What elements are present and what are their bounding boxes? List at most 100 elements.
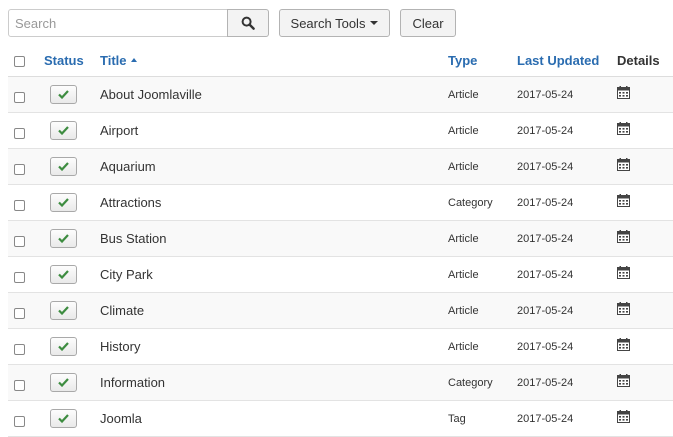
search-tools-button[interactable]: Search Tools [279, 9, 390, 37]
type-cell: Article [448, 124, 479, 137]
table-row: History Article 2017-05-24 [8, 329, 673, 365]
row-checkbox[interactable] [14, 164, 25, 175]
date-cell: 2017-05-24 [517, 376, 574, 389]
search-button[interactable] [227, 9, 269, 37]
row-select-cell [14, 113, 25, 148]
title-cell[interactable]: Joomla [100, 401, 142, 436]
table-row: Bus Station Article 2017-05-24 [8, 221, 673, 257]
date-cell: 2017-05-24 [517, 88, 574, 101]
status-toggle-button[interactable] [50, 265, 77, 284]
type-cell: Article [448, 304, 479, 317]
table-row: Airport Article 2017-05-24 [8, 113, 673, 149]
date-cell: 2017-05-24 [517, 304, 574, 317]
title-cell[interactable]: Climate [100, 293, 144, 328]
row-checkbox[interactable] [14, 236, 25, 247]
type-cell: Article [448, 232, 479, 245]
row-checkbox[interactable] [14, 272, 25, 283]
title-cell[interactable]: Bus Station [100, 221, 167, 256]
title-cell[interactable]: Information [100, 365, 165, 400]
title-cell[interactable]: About Joomlaville [100, 77, 202, 112]
search-icon [241, 16, 255, 30]
details-cell [617, 221, 630, 256]
calendar-icon[interactable] [617, 301, 630, 315]
table-row: Climate Article 2017-05-24 [8, 293, 673, 329]
calendar-icon[interactable] [617, 193, 630, 207]
title-header-label: Title [100, 53, 127, 68]
calendar-icon[interactable] [617, 337, 630, 351]
details-cell [617, 113, 630, 148]
status-toggle-button[interactable] [50, 157, 77, 176]
calendar-icon[interactable] [617, 85, 630, 99]
calendar-icon[interactable] [617, 229, 630, 243]
type-cell: Article [448, 340, 479, 353]
title-cell[interactable]: City Park [100, 257, 153, 292]
status-toggle-button[interactable] [50, 337, 77, 356]
select-all-cell [14, 44, 25, 76]
caret-down-icon [370, 21, 379, 25]
row-select-cell [14, 293, 25, 328]
calendar-icon[interactable] [617, 265, 630, 279]
checkmark-icon [58, 90, 69, 99]
row-checkbox[interactable] [14, 380, 25, 391]
row-checkbox[interactable] [14, 128, 25, 139]
title-cell[interactable]: Airport [100, 113, 138, 148]
row-checkbox[interactable] [14, 344, 25, 355]
type-cell: Article [448, 88, 479, 101]
status-toggle-button[interactable] [50, 301, 77, 320]
row-select-cell [14, 329, 25, 364]
status-toggle-button[interactable] [50, 85, 77, 104]
status-cell [44, 257, 77, 292]
calendar-icon[interactable] [617, 157, 630, 171]
calendar-icon[interactable] [617, 121, 630, 135]
row-checkbox[interactable] [14, 416, 25, 427]
title-header[interactable]: Title [100, 44, 137, 76]
row-select-cell [14, 149, 25, 184]
status-header[interactable]: Status [44, 44, 84, 76]
date-cell: 2017-05-24 [517, 340, 574, 353]
clear-button[interactable]: Clear [400, 9, 456, 37]
title-cell[interactable]: Attractions [100, 185, 161, 220]
type-header[interactable]: Type [448, 44, 477, 76]
status-toggle-button[interactable] [50, 229, 77, 248]
table-row: City Park Article 2017-05-24 [8, 257, 673, 293]
checkmark-icon [58, 234, 69, 243]
select-all-checkbox[interactable] [14, 56, 25, 67]
date-cell: 2017-05-24 [517, 124, 574, 137]
details-header: Details [617, 53, 660, 68]
checkmark-icon [58, 306, 69, 315]
status-cell [44, 293, 77, 328]
details-cell [617, 77, 630, 112]
table-row: Joomla Tag 2017-05-24 [8, 401, 673, 437]
row-checkbox[interactable] [14, 92, 25, 103]
row-select-cell [14, 185, 25, 220]
title-cell[interactable]: Aquarium [100, 149, 156, 184]
status-toggle-button[interactable] [50, 121, 77, 140]
calendar-icon[interactable] [617, 373, 630, 387]
date-cell: 2017-05-24 [517, 232, 574, 245]
checkmark-icon [58, 198, 69, 207]
type-cell: Tag [448, 412, 466, 425]
status-toggle-button[interactable] [50, 373, 77, 392]
items-table: Status Title Type Last Updated Details A… [8, 44, 673, 437]
calendar-icon[interactable] [617, 409, 630, 423]
last-updated-header[interactable]: Last Updated [517, 44, 599, 76]
row-select-cell [14, 365, 25, 400]
status-toggle-button[interactable] [50, 193, 77, 212]
type-cell: Article [448, 268, 479, 281]
checkmark-icon [58, 162, 69, 171]
status-toggle-button[interactable] [50, 409, 77, 428]
details-cell [617, 365, 630, 400]
search-input[interactable] [8, 9, 228, 37]
details-cell [617, 185, 630, 220]
clear-label: Clear [412, 15, 444, 31]
title-cell[interactable]: History [100, 329, 140, 364]
caret-up-icon [130, 58, 137, 62]
row-select-cell [14, 401, 25, 436]
row-checkbox[interactable] [14, 200, 25, 211]
row-checkbox[interactable] [14, 308, 25, 319]
checkmark-icon [58, 342, 69, 351]
table-row: Aquarium Article 2017-05-24 [8, 149, 673, 185]
status-cell [44, 185, 77, 220]
status-cell [44, 149, 77, 184]
row-select-cell [14, 77, 25, 112]
